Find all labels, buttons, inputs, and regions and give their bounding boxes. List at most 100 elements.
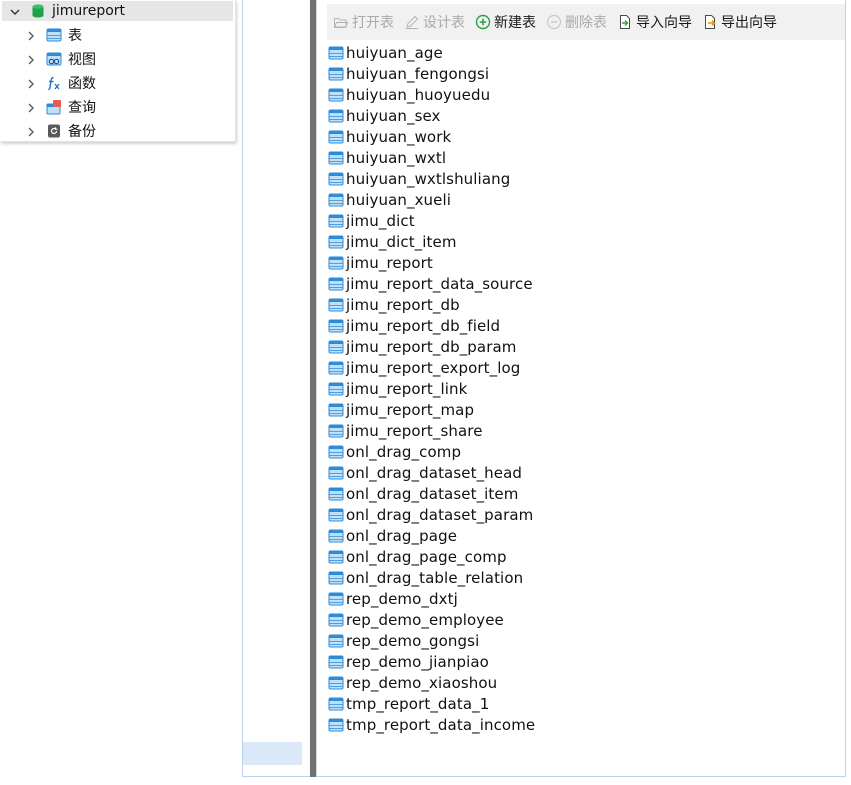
open-table-button[interactable]: 打开表 bbox=[333, 12, 394, 32]
table-row[interactable]: rep_demo_employee bbox=[327, 609, 845, 630]
design-table-label: 设计表 bbox=[423, 15, 465, 31]
table-row[interactable]: tmp_report_data_1 bbox=[327, 693, 845, 714]
table-name: rep_demo_employee bbox=[346, 610, 504, 629]
design-table-button[interactable]: 设计表 bbox=[404, 12, 465, 32]
table-list: huiyuan_age huiyuan_fengongsi huiyuan_huoy… bbox=[327, 42, 845, 776]
table-row[interactable]: onl_drag_dataset_head bbox=[327, 462, 845, 483]
table-row[interactable]: jimu_report_db_field bbox=[327, 315, 845, 336]
export-wizard-label: 导出向导 bbox=[721, 15, 777, 31]
table-name: huiyuan_wxtlshuliang bbox=[346, 169, 511, 188]
table-row[interactable]: jimu_report_db bbox=[327, 294, 845, 315]
selected-row-highlight[interactable] bbox=[243, 742, 302, 765]
table-icon bbox=[328, 591, 344, 607]
table-name: huiyuan_age bbox=[346, 43, 443, 62]
table-name: tmp_report_data_1 bbox=[346, 694, 490, 713]
table-icon bbox=[328, 381, 344, 397]
table-name: jimu_dict_item bbox=[346, 232, 457, 251]
table-row[interactable]: rep_demo_jianpiao bbox=[327, 651, 845, 672]
table-name: jimu_dict bbox=[346, 211, 415, 230]
minus-circle-icon bbox=[546, 14, 562, 30]
table-name: huiyuan_xueli bbox=[346, 190, 452, 209]
table-icon bbox=[328, 276, 344, 292]
table-row[interactable]: jimu_report_export_log bbox=[327, 357, 845, 378]
table-icon bbox=[328, 45, 344, 61]
table-row[interactable]: rep_demo_dxtj bbox=[327, 588, 845, 609]
table-icon bbox=[328, 234, 344, 250]
table-row[interactable]: huiyuan_wxtl bbox=[327, 147, 845, 168]
table-icon bbox=[328, 255, 344, 271]
chevron-right-icon[interactable] bbox=[24, 100, 38, 114]
tree-node-jimureport[interactable]: jimureport bbox=[2, 1, 233, 21]
table-icon bbox=[328, 213, 344, 229]
table-row[interactable]: onl_drag_table_relation bbox=[327, 567, 845, 588]
table-name: onl_drag_comp bbox=[346, 442, 462, 461]
tree-node-backups[interactable]: 备份 bbox=[24, 120, 224, 142]
tree-label-functions: 函数 bbox=[68, 76, 96, 92]
table-icon bbox=[328, 570, 344, 586]
tree-node-views[interactable]: 视图 bbox=[24, 48, 224, 70]
table-icon bbox=[328, 66, 344, 82]
table-row[interactable]: rep_demo_gongsi bbox=[327, 630, 845, 651]
table-row[interactable]: huiyuan_age bbox=[327, 42, 845, 63]
table-icon bbox=[328, 171, 344, 187]
table-row[interactable]: jimu_report bbox=[327, 252, 845, 273]
app-window: 打开表 设计表 新建表 删除表 导入向导 导出向导 huiyuan_age hu… bbox=[0, 0, 851, 785]
table-row[interactable]: jimu_report_db_param bbox=[327, 336, 845, 357]
delete-table-button[interactable]: 删除表 bbox=[546, 12, 607, 32]
table-row[interactable]: huiyuan_huoyuedu bbox=[327, 84, 845, 105]
table-row[interactable]: onl_drag_page_comp bbox=[327, 546, 845, 567]
export-wizard-button[interactable]: 导出向导 bbox=[702, 12, 777, 32]
import-wizard-button[interactable]: 导入向导 bbox=[617, 12, 692, 32]
table-row[interactable]: jimu_report_share bbox=[327, 420, 845, 441]
chevron-right-icon[interactable] bbox=[24, 52, 38, 66]
table-row[interactable]: rep_demo_xiaoshou bbox=[327, 672, 845, 693]
table-row[interactable]: jimu_dict_item bbox=[327, 231, 845, 252]
tree-label-queries: 查询 bbox=[68, 100, 96, 116]
table-icon bbox=[328, 507, 344, 523]
table-row[interactable]: huiyuan_wxtlshuliang bbox=[327, 168, 845, 189]
table-row[interactable]: jimu_dict bbox=[327, 210, 845, 231]
chevron-right-icon[interactable] bbox=[24, 76, 38, 90]
table-row[interactable]: huiyuan_sex bbox=[327, 105, 845, 126]
table-row[interactable]: onl_drag_dataset_param bbox=[327, 504, 845, 525]
table-icon bbox=[328, 318, 344, 334]
export-icon bbox=[702, 14, 718, 30]
table-icon bbox=[328, 402, 344, 418]
table-icon bbox=[328, 129, 344, 145]
table-row[interactable]: huiyuan_fengongsi bbox=[327, 63, 845, 84]
table-icon bbox=[328, 696, 344, 712]
query-icon bbox=[46, 99, 62, 115]
table-name: jimu_report bbox=[346, 253, 433, 272]
table-name: jimu_report_db_param bbox=[346, 337, 517, 356]
function-icon bbox=[46, 75, 62, 91]
table-row[interactable]: onl_drag_comp bbox=[327, 441, 845, 462]
chevron-right-icon[interactable] bbox=[24, 124, 38, 138]
table-name: rep_demo_gongsi bbox=[346, 631, 480, 650]
table-name: huiyuan_fengongsi bbox=[346, 64, 490, 83]
delete-table-label: 删除表 bbox=[565, 15, 607, 31]
new-table-label: 新建表 bbox=[494, 15, 536, 31]
table-name: onl_drag_dataset_item bbox=[346, 484, 519, 503]
tree-node-tables[interactable]: 表 bbox=[24, 24, 224, 46]
table-row[interactable]: tmp_report_data_income bbox=[327, 714, 845, 735]
table-row[interactable]: jimu_report_data_source bbox=[327, 273, 845, 294]
table-icon bbox=[328, 549, 344, 565]
table-row[interactable]: huiyuan_work bbox=[327, 126, 845, 147]
table-icon bbox=[328, 297, 344, 313]
chevron-right-icon[interactable] bbox=[24, 28, 38, 42]
table-row[interactable]: huiyuan_xueli bbox=[327, 189, 845, 210]
table-row[interactable]: onl_drag_page bbox=[327, 525, 845, 546]
tree-node-queries[interactable]: 查询 bbox=[24, 96, 224, 118]
view-icon bbox=[46, 51, 62, 67]
chevron-down-icon[interactable] bbox=[8, 4, 22, 18]
table-name: tmp_report_data_income bbox=[346, 715, 536, 734]
table-name: rep_demo_jianpiao bbox=[346, 652, 489, 671]
table-row[interactable]: onl_drag_dataset_item bbox=[327, 483, 845, 504]
table-row[interactable]: jimu_report_map bbox=[327, 399, 845, 420]
table-row[interactable]: jimu_report_link bbox=[327, 378, 845, 399]
new-table-button[interactable]: 新建表 bbox=[475, 12, 536, 32]
table-icon bbox=[328, 87, 344, 103]
tree-node-functions[interactable]: 函数 bbox=[24, 72, 224, 94]
table-icon bbox=[328, 150, 344, 166]
object-toolbar: 打开表 设计表 新建表 删除表 导入向导 导出向导 bbox=[327, 4, 845, 40]
